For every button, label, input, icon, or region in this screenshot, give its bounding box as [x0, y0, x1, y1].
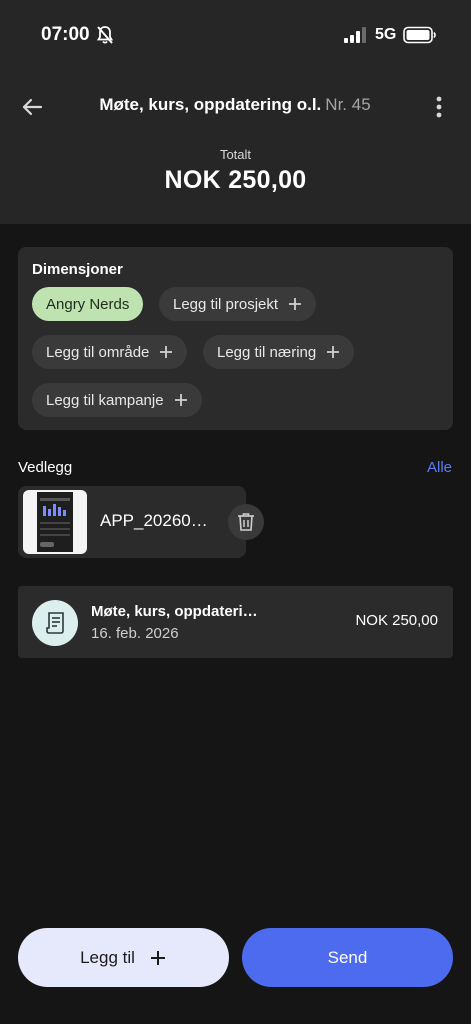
thumbnail-screen — [37, 492, 73, 552]
status-bar: 07:00 5G — [0, 0, 471, 70]
plus-icon — [150, 950, 165, 965]
chip-label: Legg til næring — [217, 343, 317, 361]
send-button[interactable]: Send — [242, 928, 453, 987]
title-text: Møte, kurs, oppdatering o.l. — [99, 95, 322, 114]
chip-label: Angry Nerds — [46, 295, 130, 313]
dimensions-title: Dimensjoner — [32, 261, 123, 278]
attachment-name: APP_20260… — [100, 511, 208, 530]
chip-label: Legg til kampanje — [46, 391, 164, 409]
signal-icon — [344, 27, 366, 43]
trash-icon — [238, 513, 254, 531]
chip-add-project[interactable]: Legg til prosjekt — [159, 287, 317, 321]
network-label: 5G — [375, 26, 397, 43]
all-attachments-link[interactable]: Alle — [427, 459, 452, 476]
send-button-label: Send — [327, 947, 368, 967]
back-button[interactable] — [18, 92, 48, 122]
plus-icon — [327, 346, 340, 358]
more-vertical-icon[interactable] — [428, 94, 450, 120]
add-button-label: Legg til — [80, 947, 135, 967]
chip-add-campaign[interactable]: Legg til kampanje — [32, 383, 202, 417]
expense-line-item[interactable]: Møte, kurs, oppdateri… 16. feb. 2026 NOK… — [18, 586, 453, 658]
chip-add-area[interactable]: Legg til område — [32, 335, 188, 369]
thumbnail-preview-image — [40, 498, 70, 547]
chip-label: Legg til prosjekt — [173, 295, 279, 313]
expense-title: Møte, kurs, oppdateri… — [91, 603, 258, 620]
chip-add-industry[interactable]: Legg til næring — [203, 335, 355, 369]
bell-slash-icon — [96, 26, 114, 44]
expense-date: 16. feb. 2026 — [91, 625, 179, 642]
expense-amount: NOK 250,00 — [355, 612, 438, 629]
plus-icon — [174, 394, 187, 406]
header: 07:00 5G Møte, kurs, oppdatering o.l. Nr.… — [0, 0, 471, 224]
title-number: Nr. 45 — [325, 95, 371, 114]
battery-icon — [403, 26, 436, 44]
total-label: Totalt — [219, 147, 252, 162]
status-time: 07:00 — [41, 24, 90, 45]
attachment-thumbnail — [23, 490, 87, 554]
add-button[interactable]: Legg til — [18, 928, 229, 987]
plus-icon — [289, 298, 302, 310]
attachment-item[interactable]: APP_20260… — [18, 486, 246, 558]
delete-attachment-button[interactable] — [228, 504, 264, 540]
attachments-label: Vedlegg — [18, 459, 73, 476]
receipt-icon — [46, 612, 64, 634]
chip-angry-nerds[interactable]: Angry Nerds — [32, 287, 144, 321]
plus-icon — [160, 346, 173, 358]
chip-label: Legg til område — [46, 343, 150, 361]
total-value: NOK 250,00 — [164, 166, 307, 194]
page-title: Møte, kurs, oppdatering o.l. Nr. 45 — [60, 95, 410, 115]
receipt-avatar — [32, 600, 78, 646]
dimensions-card: Dimensjoner Angry Nerds Legg til prosjek… — [18, 247, 453, 430]
